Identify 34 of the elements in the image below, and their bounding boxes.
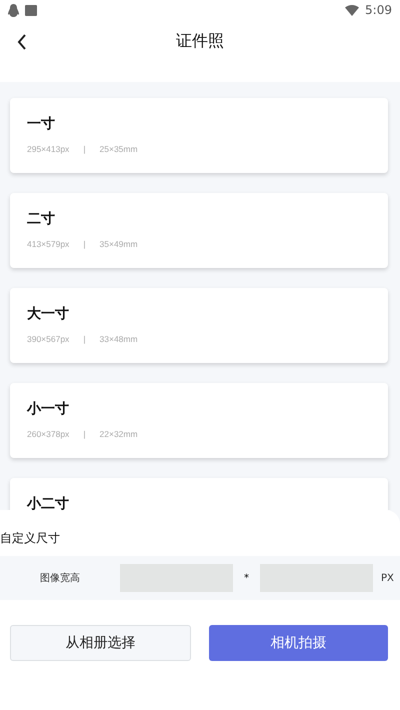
pixel-size: 413×579px: [27, 239, 70, 249]
custom-size-title: 自定义尺寸: [0, 530, 61, 546]
times-sign: *: [243, 572, 250, 584]
separator: |: [82, 144, 87, 154]
status-time: 5:09: [365, 3, 392, 17]
size-name: 一寸: [27, 115, 56, 134]
penguin-icon: [8, 4, 19, 16]
size-card[interactable]: 一寸 295×413px | 25×35mm: [10, 98, 388, 173]
wifi-icon: [345, 4, 360, 16]
input-label: 图像宽高: [39, 572, 81, 585]
millimeter-size: 35×49mm: [100, 239, 138, 249]
album-button[interactable]: 从相册选择: [10, 625, 191, 661]
back-icon[interactable]: [17, 34, 27, 50]
pixel-size: 295×413px: [27, 144, 70, 154]
size-name: 小二寸: [27, 495, 70, 510]
millimeter-size: 25×35mm: [100, 144, 138, 154]
size-card[interactable]: 二寸 413×579px | 35×49mm: [10, 193, 388, 268]
size-name: 大一寸: [27, 305, 70, 324]
pixel-size: 260×378px: [27, 429, 70, 439]
size-card[interactable]: 小二寸: [10, 478, 388, 510]
unit-label: PX: [381, 572, 394, 584]
page-title: 证件照: [176, 30, 224, 52]
separator: |: [82, 334, 87, 344]
size-card[interactable]: 大一寸 390×567px | 33×48mm: [10, 288, 388, 363]
separator: |: [82, 429, 87, 439]
separator: |: [82, 239, 87, 249]
size-card[interactable]: 小一寸 260×378px | 22×32mm: [10, 383, 388, 458]
size-name: 二寸: [27, 210, 56, 229]
millimeter-size: 22×32mm: [100, 429, 138, 439]
size-name: 小一寸: [27, 400, 70, 419]
pixel-size: 390×567px: [27, 334, 70, 344]
square-icon: [25, 4, 37, 16]
camera-button[interactable]: 相机拍摄: [209, 625, 388, 661]
millimeter-size: 33×48mm: [100, 334, 138, 344]
